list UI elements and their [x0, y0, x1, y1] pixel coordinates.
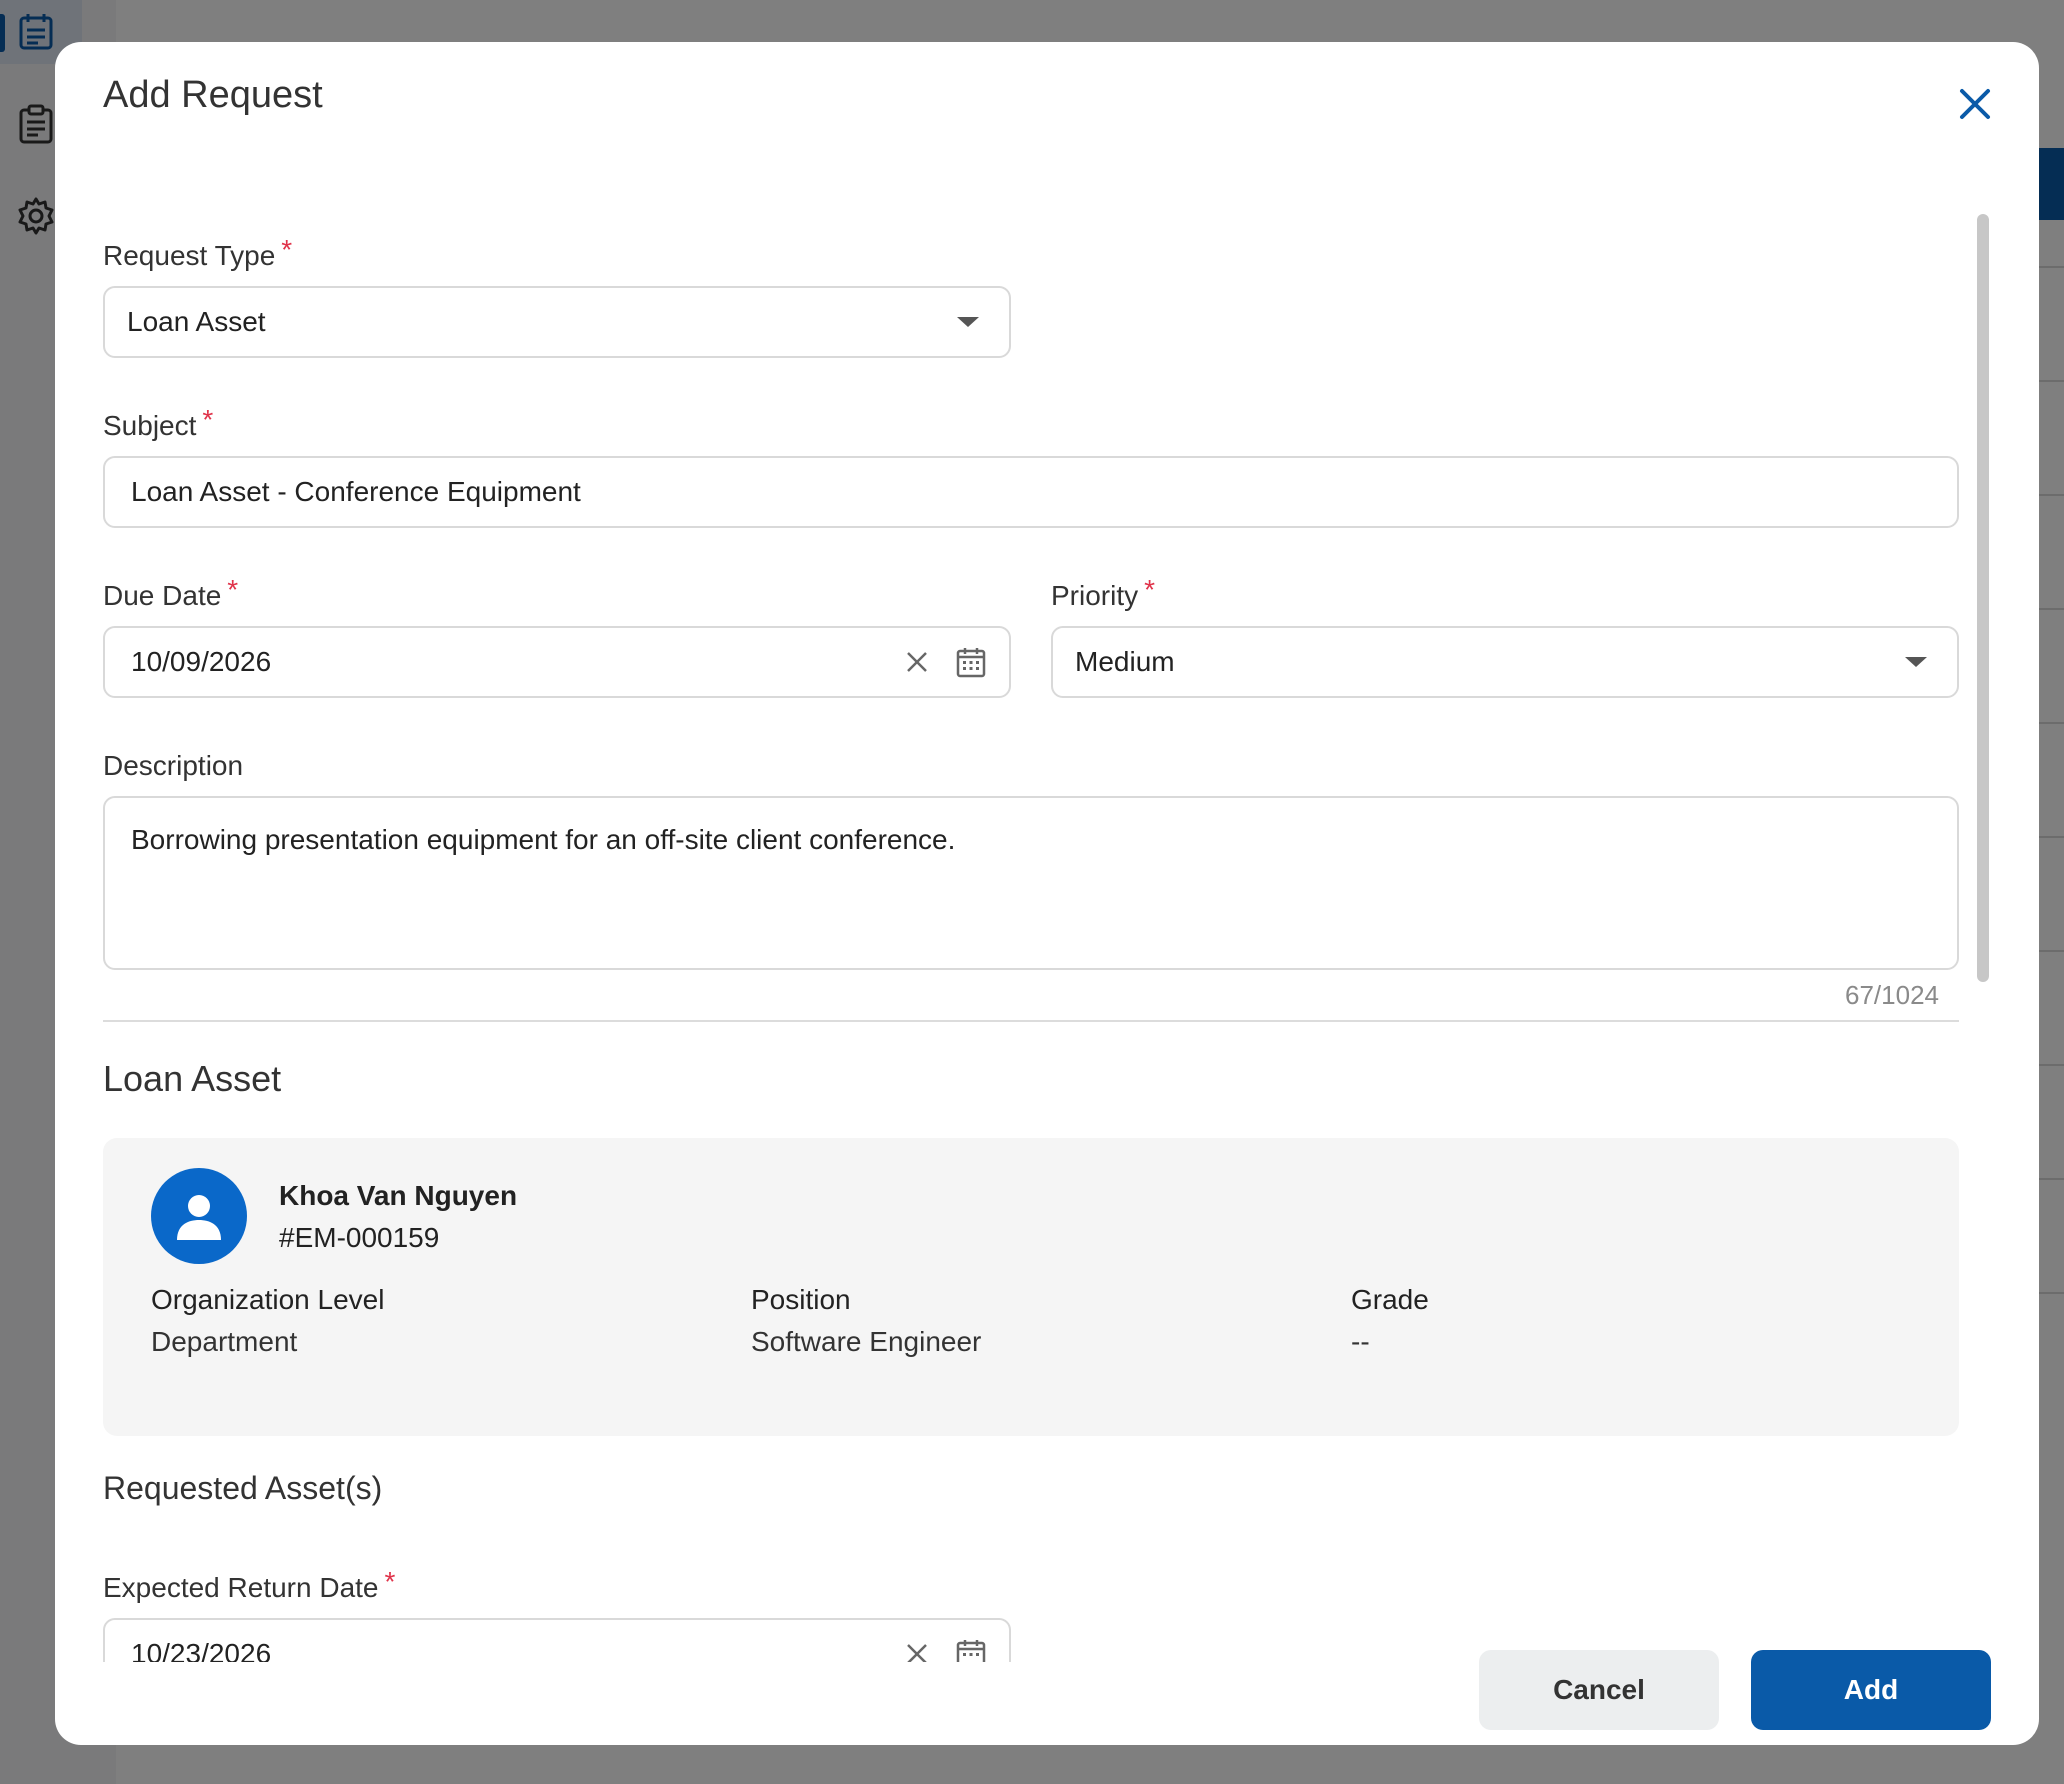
position-value: Software Engineer: [751, 1326, 982, 1357]
clear-date-icon[interactable]: [901, 1638, 933, 1662]
scrollbar-thumb[interactable]: [1977, 214, 1989, 982]
employee-id: #EM-000159: [279, 1222, 440, 1253]
due-date-label: Due Date *: [103, 574, 238, 612]
subject-input[interactable]: Loan Asset - Conference Equipment: [103, 456, 1959, 528]
add-button[interactable]: Add: [1751, 1650, 1991, 1730]
request-type-label: Request Type *: [103, 234, 292, 272]
section-divider: [103, 1020, 1959, 1022]
avatar: [151, 1168, 247, 1264]
chevron-down-icon: [957, 317, 979, 327]
request-type-select[interactable]: Loan Asset: [103, 286, 1011, 358]
org-level-value: Department: [151, 1326, 298, 1357]
grade-value: --: [1351, 1326, 1370, 1357]
request-type-label-text: Request Type: [103, 240, 276, 271]
required-mark: *: [1144, 574, 1156, 605]
grade-label: Grade: [1351, 1284, 1429, 1315]
calendar-icon[interactable]: [955, 646, 987, 678]
priority-label: Priority *: [1051, 574, 1155, 612]
org-level-label: Organization Level: [151, 1284, 385, 1315]
position-label: Position: [751, 1284, 851, 1315]
chevron-down-icon: [1905, 657, 1927, 667]
due-date-picker[interactable]: 10/09/2026: [103, 626, 1011, 698]
character-counter: 67/1024: [1845, 980, 1939, 1010]
priority-select[interactable]: Medium: [1051, 626, 1959, 698]
calendar-icon[interactable]: [955, 1638, 987, 1662]
requested-assets-title: Requested Asset(s): [103, 1470, 383, 1506]
priority-label-text: Priority: [1051, 580, 1139, 611]
description-textarea[interactable]: Borrowing presentation equipment for an …: [103, 796, 1959, 970]
expected-return-date-value: 10/23/2026: [131, 1638, 272, 1662]
due-date-label-text: Due Date: [103, 580, 222, 611]
scrollbar[interactable]: [1975, 170, 1991, 1618]
required-mark: *: [384, 1566, 396, 1597]
employee-card: Khoa Van Nguyen #EM-000159 Organization …: [103, 1138, 1959, 1436]
description-label: Description: [103, 750, 243, 782]
priority-value: Medium: [1075, 646, 1175, 677]
modal-title: Add Request: [103, 74, 323, 116]
person-icon: [177, 1195, 221, 1240]
add-request-modal: Add Request Request Type * Loan Asset Sub…: [55, 42, 2039, 1745]
required-mark: *: [281, 234, 293, 265]
description-label-text: Description: [103, 750, 244, 781]
cancel-button[interactable]: Cancel: [1479, 1650, 1719, 1730]
subject-label: Subject *: [103, 404, 213, 442]
required-mark: *: [227, 574, 239, 605]
loan-asset-section-title: Loan Asset: [103, 1058, 282, 1099]
required-mark: *: [202, 404, 214, 435]
request-type-value: Loan Asset: [127, 306, 266, 337]
employee-name: Khoa Van Nguyen: [279, 1180, 518, 1211]
description-value: Borrowing presentation equipment for an …: [131, 824, 956, 855]
close-icon: [1960, 89, 1990, 119]
clear-date-icon[interactable]: [901, 646, 933, 678]
due-date-value: 10/09/2026: [131, 646, 272, 677]
modal-body[interactable]: Request Type * Loan Asset Subject * Loan A…: [55, 162, 2015, 1662]
expected-return-date-label-text: Expected Return Date: [103, 1572, 379, 1603]
expected-return-date-label: Expected Return Date *: [103, 1566, 395, 1604]
close-button[interactable]: [1949, 78, 2001, 130]
subject-value: Loan Asset - Conference Equipment: [131, 476, 581, 507]
expected-return-date-picker[interactable]: 10/23/2026: [103, 1618, 1011, 1662]
subject-label-text: Subject: [103, 410, 197, 441]
